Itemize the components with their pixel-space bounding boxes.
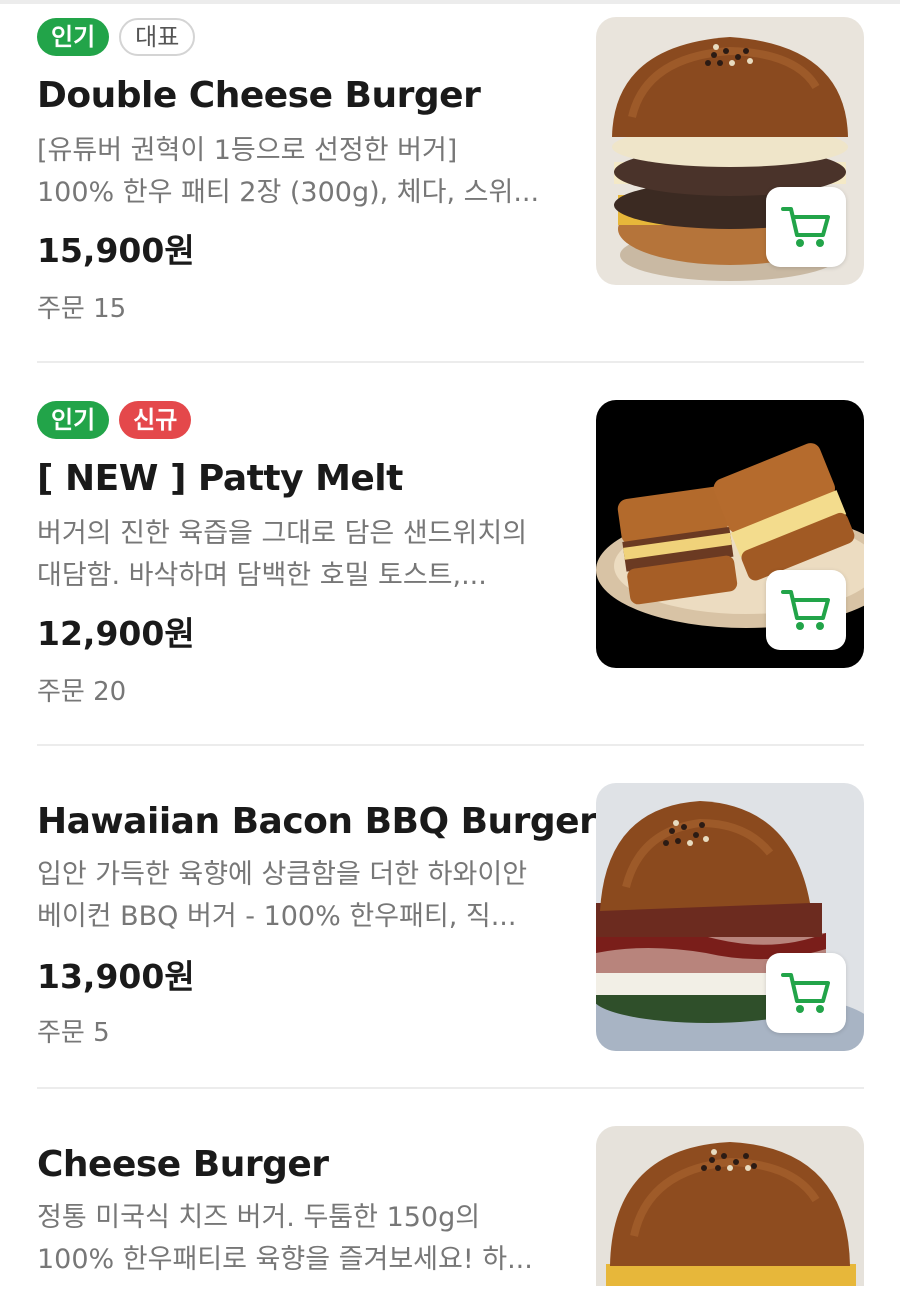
menu-item-info: 인기 대표 Double Cheese Burger [유튜버 권혁이 1등으로… — [37, 17, 567, 325]
menu-item-cheese-burger[interactable]: Cheese Burger 정통 미국식 치즈 버거. 두툼한 150g의 10… — [37, 1126, 864, 1290]
menu-item-info: 인기 신규 [ NEW ] Patty Melt 버거의 진한 육즙을 그대로 … — [37, 400, 567, 708]
cart-icon — [781, 973, 830, 1013]
badge-popular: 인기 — [37, 401, 110, 439]
menu-item-price: 13,900원 — [37, 957, 195, 996]
add-to-cart-button[interactable] — [766, 187, 846, 267]
menu-item-name: [ NEW ] Patty Melt — [37, 458, 403, 499]
badge-popular: 인기 — [37, 18, 110, 56]
patty-melt-photo[interactable] — [596, 400, 864, 668]
item-divider — [37, 1087, 864, 1089]
badge-row: 인기 대표 — [37, 17, 567, 57]
cheese-burger-photo[interactable] — [596, 1126, 864, 1286]
badge-new: 신규 — [119, 401, 192, 439]
menu-item-double-cheese-burger[interactable]: 인기 대표 Double Cheese Burger [유튜버 권혁이 1등으로… — [37, 17, 864, 324]
menu-item-description: 버거의 진한 육즙을 그대로 담은 샌드위치의 대담함. 바삭하며 담백한 호밀… — [37, 513, 557, 597]
menu-item-hawaiian-bacon-bbq-burger[interactable]: Hawaiian Bacon BBQ Burger 입안 가득한 육향에 상큼함… — [37, 783, 864, 1083]
description-line: 정통 미국식 치즈 버거. 두툼한 150g의 — [37, 1202, 481, 1233]
double-cheese-burger-photo[interactable] — [596, 17, 864, 285]
menu-item-description: 입안 가득한 육향에 상큼함을 더한 하와이안 베이컨 BBQ 버거 - 100… — [37, 854, 557, 938]
item-divider — [37, 744, 864, 746]
cart-icon — [781, 207, 830, 247]
description-line: 대담함. 바삭하며 담백한 호밀 토스트,... — [37, 560, 487, 591]
cart-icon — [781, 590, 830, 630]
add-to-cart-button[interactable] — [766, 570, 846, 650]
menu-list: 인기 대표 Double Cheese Burger [유튜버 권혁이 1등으로… — [0, 0, 900, 1290]
description-line: 버거의 진한 육즙을 그대로 담은 샌드위치의 — [37, 518, 528, 549]
badge-row: 인기 신규 — [37, 400, 567, 440]
menu-item-order-count: 주문 20 — [37, 677, 127, 707]
description-line: 베이컨 BBQ 버거 - 100% 한우패티, 직... — [37, 901, 517, 932]
menu-item-description: [유튜버 권혁이 1등으로 선정한 버거] 100% 한우 패티 2장 (300… — [37, 130, 557, 214]
description-line: 입안 가득한 육향에 상큼함을 더한 하와이안 — [37, 859, 528, 890]
menu-item-patty-melt[interactable]: 인기 신규 [ NEW ] Patty Melt 버거의 진한 육즙을 그대로 … — [37, 400, 864, 707]
badge-representative: 대표 — [119, 18, 196, 56]
description-line: 100% 한우패티로 육향을 즐겨보세요! 하... — [37, 1244, 533, 1275]
menu-item-order-count: 주문 15 — [37, 294, 127, 324]
menu-item-name: Hawaiian Bacon BBQ Burger — [37, 801, 597, 842]
description-line: [유튜버 권혁이 1등으로 선정한 버거] — [37, 135, 458, 166]
menu-item-name: Double Cheese Burger — [37, 75, 481, 116]
item-divider — [37, 361, 864, 363]
menu-item-info: Cheese Burger 정통 미국식 치즈 버거. 두툼한 150g의 10… — [37, 1126, 567, 1281]
add-to-cart-button[interactable] — [766, 953, 846, 1033]
menu-item-order-count: 주문 5 — [37, 1018, 110, 1048]
menu-item-description: 정통 미국식 치즈 버거. 두툼한 150g의 100% 한우패티로 육향을 즐… — [37, 1197, 557, 1281]
hawaiian-bbq-burger-photo[interactable] — [596, 783, 864, 1051]
description-line: 100% 한우 패티 2장 (300g), 체다, 스위... — [37, 177, 540, 208]
menu-item-price: 15,900원 — [37, 231, 195, 270]
menu-item-name: Cheese Burger — [37, 1144, 329, 1185]
menu-item-price: 12,900원 — [37, 614, 195, 653]
menu-item-info: Hawaiian Bacon BBQ Burger 입안 가득한 육향에 상큼함… — [37, 783, 597, 1049]
